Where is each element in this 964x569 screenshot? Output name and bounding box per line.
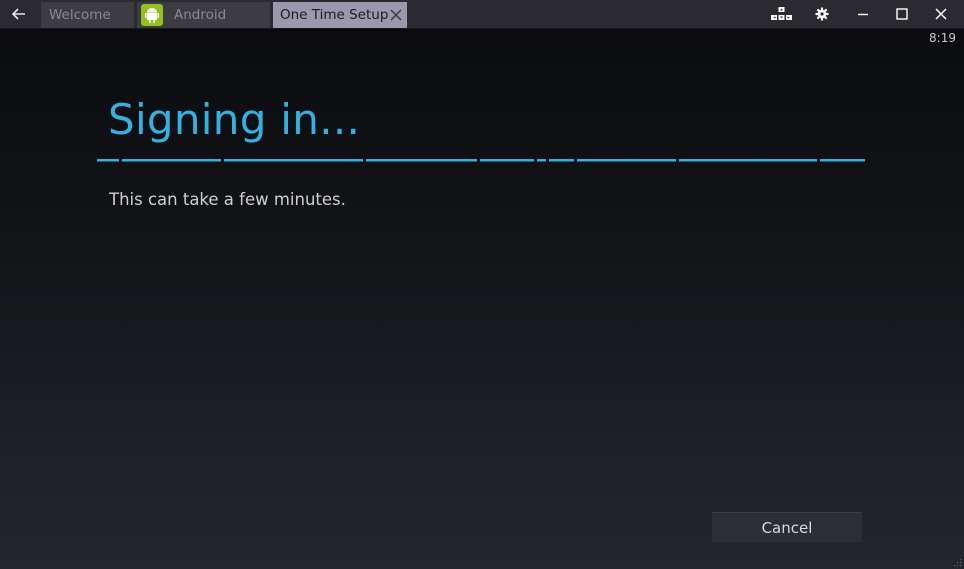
settings-button[interactable] xyxy=(803,0,841,28)
gear-icon xyxy=(815,7,829,21)
indeterminate-progress-bar xyxy=(97,159,865,162)
keyboard-mapping-icon xyxy=(771,7,792,20)
back-button[interactable] xyxy=(0,0,38,28)
tab-one-time-setup[interactable]: One Time Setup xyxy=(273,2,407,28)
resize-grip-icon[interactable] xyxy=(952,557,962,567)
tab-android[interactable]: Android xyxy=(137,2,270,28)
status-clock: 8:19 xyxy=(929,31,956,45)
app-window: Welcome Android One Time Setup 8:19 Sign… xyxy=(0,0,964,569)
page-title: Signing in... xyxy=(108,95,361,144)
android-icon xyxy=(141,4,163,26)
tab-label: Welcome xyxy=(49,7,111,23)
status-message: This can take a few minutes. xyxy=(109,190,346,209)
tab-label: One Time Setup xyxy=(280,7,389,23)
minimize-icon xyxy=(858,13,868,16)
minimize-button[interactable] xyxy=(844,0,882,28)
keyboard-mapping-button[interactable] xyxy=(763,0,801,28)
window-close-button[interactable] xyxy=(922,0,960,28)
maximize-icon xyxy=(896,8,908,20)
tab-welcome[interactable]: Welcome xyxy=(41,2,134,28)
cancel-button[interactable]: Cancel xyxy=(712,512,862,542)
arrow-left-icon xyxy=(12,8,25,20)
title-bar: Welcome Android One Time Setup xyxy=(0,0,964,29)
close-icon xyxy=(935,8,947,20)
android-screen: 8:19 Signing in... This can take a few m… xyxy=(0,29,964,569)
maximize-button[interactable] xyxy=(883,0,921,28)
close-icon[interactable] xyxy=(389,8,403,22)
tab-label: Android xyxy=(174,7,227,23)
